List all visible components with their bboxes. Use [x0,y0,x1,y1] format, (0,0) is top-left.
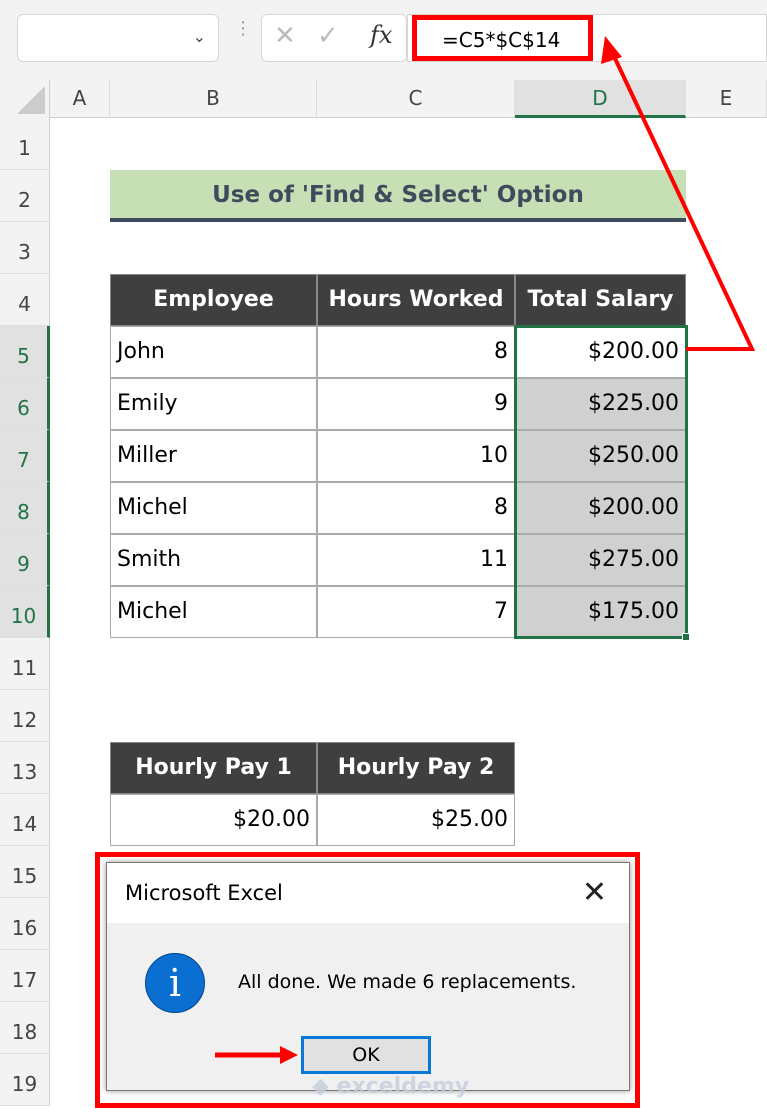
arrow-to-formula [610,51,756,351]
arrowhead-formula [601,36,622,64]
arrowhead-ok [280,1046,298,1064]
annotation-arrows [215,36,756,1064]
